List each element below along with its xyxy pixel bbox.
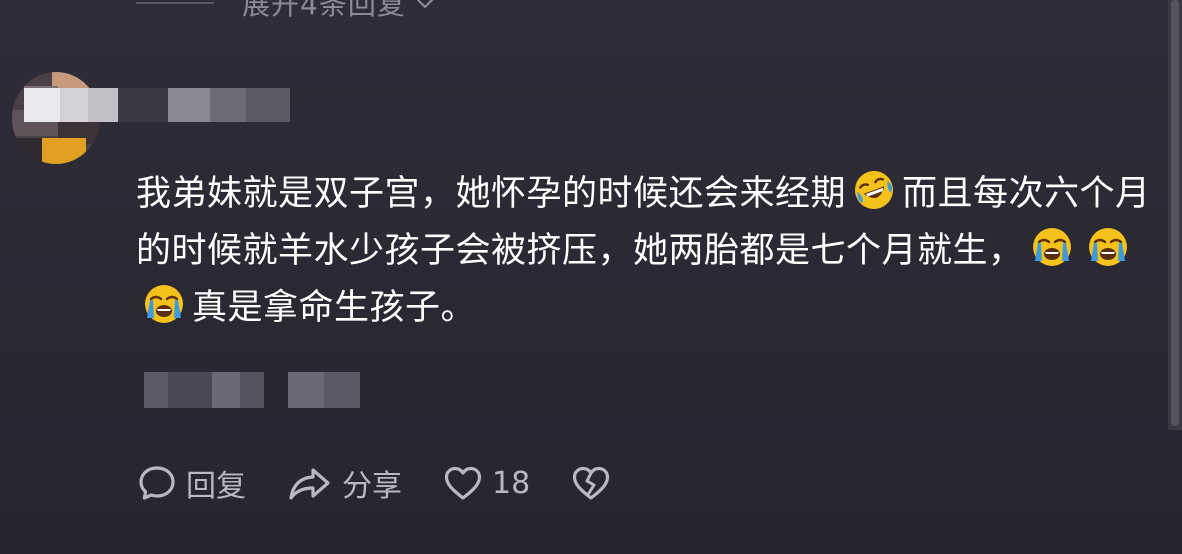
comment-text-part-3: 真是拿命生孩子。 (192, 288, 477, 328)
expand-replies[interactable]: 展开4条回复 (136, 0, 436, 23)
like-count: 18 (492, 465, 531, 501)
like-button[interactable]: 18 (442, 462, 530, 504)
rolling-laughing-emoji (855, 171, 894, 209)
chevron-down-icon[interactable] (414, 0, 436, 14)
dislike-button[interactable] (570, 462, 620, 504)
broken-heart-icon (573, 466, 610, 500)
reply-divider-line (136, 2, 214, 4)
speech-bubble-icon (139, 466, 175, 500)
heart-outline-icon (444, 466, 482, 500)
expand-replies-label[interactable]: 展开4条回复 (242, 0, 406, 23)
reply-label[interactable]: 回复 (186, 461, 246, 505)
crying-emoji (1032, 228, 1071, 266)
reply-button[interactable]: 回复 (136, 461, 246, 505)
share-button[interactable]: 分享 (286, 461, 402, 505)
comment-actions: 回复 分享 18 (136, 460, 660, 506)
comment-text-part-1: 我弟妹就是双子宫，她怀孕的时候还会来经期 (136, 174, 847, 214)
comment-text: 我弟妹就是双子宫，她怀孕的时候还会来经期 而且每次六个月的时候就羊水少孩子会被挤… (136, 166, 1166, 337)
scrollbar-thumb[interactable] (1171, 0, 1179, 426)
username-blurred[interactable] (24, 88, 290, 122)
comment-meta-blurred (144, 372, 360, 408)
scrollbar[interactable] (1168, 0, 1182, 430)
share-arrow-icon (289, 468, 330, 500)
crying-emoji (1088, 228, 1127, 266)
share-label[interactable]: 分享 (342, 461, 402, 505)
crying-emoji (145, 285, 183, 323)
